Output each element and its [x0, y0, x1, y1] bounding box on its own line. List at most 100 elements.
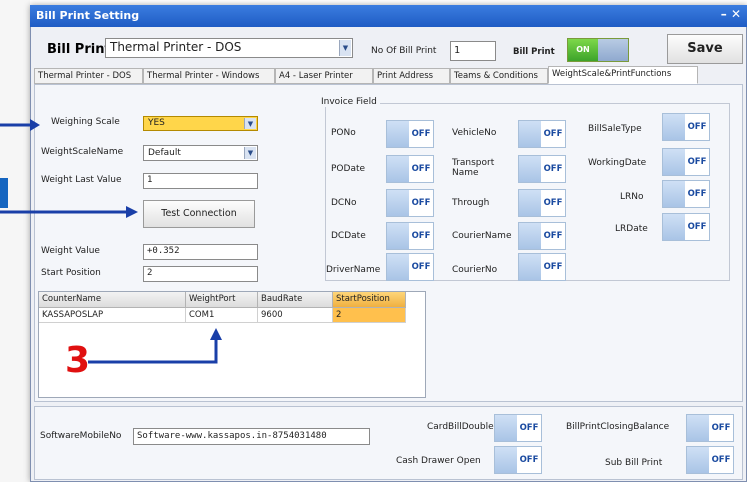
- weight-value-label: Weight Value: [41, 246, 100, 256]
- chevron-down-icon[interactable]: ▼: [339, 40, 351, 56]
- cash-drawer-open-toggle[interactable]: OFF: [494, 446, 542, 474]
- tab-print-address[interactable]: Print Address: [373, 68, 450, 84]
- toggle-state: OFF: [541, 254, 565, 280]
- grid-cell-baudrate[interactable]: 9600: [258, 308, 333, 323]
- dcno-label: DCNo: [331, 198, 357, 208]
- no-of-bill-print-input[interactable]: 1: [450, 41, 496, 61]
- podate-label: PODate: [331, 164, 366, 174]
- no-of-bill-print-label: No Of Bill Print: [371, 46, 437, 56]
- annotation-arrow-to-weightport: [88, 328, 222, 364]
- through-toggle[interactable]: OFF: [518, 189, 566, 217]
- annotation-number: 3: [65, 340, 91, 381]
- grid-cell-startposition[interactable]: 2: [333, 308, 406, 323]
- bill-print-closing-balance-toggle[interactable]: OFF: [686, 414, 734, 442]
- drivername-toggle[interactable]: OFF: [386, 253, 434, 281]
- toggle-state: OFF: [409, 223, 433, 249]
- toggle-state: OFF: [709, 447, 733, 473]
- toggle-state: OFF: [541, 223, 565, 249]
- toggle-state: OFF: [709, 415, 733, 441]
- vehicleno-label: VehicleNo: [452, 128, 497, 138]
- podate-toggle[interactable]: OFF: [386, 155, 434, 183]
- toggle-state: OFF: [541, 190, 565, 216]
- toggle-state: OFF: [517, 415, 541, 441]
- weighing-scale-select[interactable]: YES ▼: [143, 116, 258, 131]
- transport-name-toggle[interactable]: OFF: [518, 155, 566, 183]
- toggle-state: OFF: [685, 149, 709, 175]
- pono-toggle[interactable]: OFF: [386, 120, 434, 148]
- tab-a4-laser[interactable]: A4 - Laser Printer: [275, 68, 373, 84]
- bill-print-toggle-state: ON: [568, 39, 598, 61]
- start-position-label: Start Position: [41, 268, 101, 278]
- software-mobile-input[interactable]: Software-www.kassapos.in-8754031480: [133, 428, 370, 445]
- invoice-field-title: Invoice Field: [318, 97, 380, 107]
- pono-label: PONo: [331, 128, 356, 138]
- billsaletype-label: BillSaleType: [588, 124, 642, 134]
- weight-scale-name-select[interactable]: Default ▼: [143, 145, 258, 161]
- grid-header-weightport[interactable]: WeightPort: [186, 292, 258, 308]
- sub-bill-print-label: Sub Bill Print: [605, 458, 663, 468]
- workingdate-label: WorkingDate: [588, 158, 647, 168]
- bill-print-toggle-label: Bill Print: [513, 47, 555, 57]
- vehicleno-toggle[interactable]: OFF: [518, 120, 566, 148]
- drivername-label: DriverName: [326, 265, 381, 275]
- weight-scale-name-value: Default: [148, 148, 181, 158]
- save-button[interactable]: Save: [667, 34, 743, 64]
- grid-header-startposition[interactable]: StartPosition: [333, 292, 406, 308]
- tab-thermal-dos[interactable]: Thermal Printer - DOS: [34, 68, 143, 84]
- lrno-label: LRNo: [620, 192, 644, 202]
- lrno-toggle[interactable]: OFF: [662, 180, 710, 208]
- tab-weightscale-print[interactable]: WeightScale&PrintFunctions: [548, 66, 698, 84]
- sub-bill-print-toggle[interactable]: OFF: [686, 446, 734, 474]
- toggle-knob: [598, 39, 628, 61]
- dcdate-label: DCDate: [331, 231, 366, 241]
- tab-thermal-windows[interactable]: Thermal Printer - Windows: [143, 68, 275, 84]
- toggle-state: OFF: [409, 254, 433, 280]
- lrdate-toggle[interactable]: OFF: [662, 213, 710, 241]
- test-connection-button[interactable]: Test Connection: [143, 200, 255, 228]
- bill-print-closing-balance-label: BillPrintClosingBalance: [566, 422, 670, 432]
- grid-cell-countername[interactable]: KASSAPOSLAP: [39, 308, 186, 323]
- software-mobile-label: SoftwareMobileNo: [40, 431, 122, 441]
- toggle-state: OFF: [541, 156, 565, 182]
- window-title: Bill Print Setting: [36, 9, 140, 22]
- couriername-toggle[interactable]: OFF: [518, 222, 566, 250]
- toggle-state: OFF: [685, 114, 709, 140]
- workingdate-toggle[interactable]: OFF: [662, 148, 710, 176]
- weight-last-value-input[interactable]: 1: [143, 173, 258, 189]
- card-bill-double-toggle[interactable]: OFF: [494, 414, 542, 442]
- card-bill-double-label: CardBillDouble: [427, 422, 494, 432]
- bill-print-toggle[interactable]: ON: [567, 38, 629, 62]
- grid-header-countername[interactable]: CounterName: [39, 292, 186, 308]
- chevron-down-icon[interactable]: ▼: [244, 118, 256, 129]
- arrow-to-test-connection: [0, 206, 138, 218]
- billsaletype-toggle[interactable]: OFF: [662, 113, 710, 141]
- toggle-state: OFF: [517, 447, 541, 473]
- grid-header-baudrate[interactable]: BaudRate: [258, 292, 333, 308]
- tab-teams-conditions[interactable]: Teams & Conditions: [450, 68, 548, 84]
- chevron-down-icon[interactable]: ▼: [244, 147, 256, 159]
- start-position-input[interactable]: 2: [143, 266, 258, 282]
- annotation-arrows: [0, 119, 138, 218]
- dcno-toggle[interactable]: OFF: [386, 189, 434, 217]
- printer-select-value: Thermal Printer - DOS: [110, 40, 242, 54]
- lrdate-label: LRDate: [615, 224, 648, 234]
- courierno-toggle[interactable]: OFF: [518, 253, 566, 281]
- toggle-state: OFF: [409, 121, 433, 147]
- grid-cell-weightport[interactable]: COM1: [186, 308, 258, 323]
- printer-select[interactable]: Thermal Printer - DOS ▼: [105, 38, 353, 58]
- toggle-state: OFF: [409, 156, 433, 182]
- through-label: Through: [452, 198, 490, 208]
- transport-name-label: Transport Name: [452, 158, 495, 178]
- arrow-to-weighing-scale: [0, 119, 40, 131]
- weight-value-input[interactable]: +0.352: [143, 244, 258, 260]
- toggle-state: OFF: [685, 181, 709, 207]
- courierno-label: CourierNo: [452, 265, 498, 275]
- toggle-state: OFF: [409, 190, 433, 216]
- title-bar: Bill Print Setting – ✕: [30, 5, 747, 27]
- close-icon[interactable]: – ✕: [721, 7, 741, 21]
- cash-drawer-open-label: Cash Drawer Open: [396, 456, 481, 466]
- toggle-state: OFF: [541, 121, 565, 147]
- bill-print-label: Bill Print: [47, 42, 111, 57]
- dcdate-toggle[interactable]: OFF: [386, 222, 434, 250]
- couriername-label: CourierName: [452, 231, 512, 241]
